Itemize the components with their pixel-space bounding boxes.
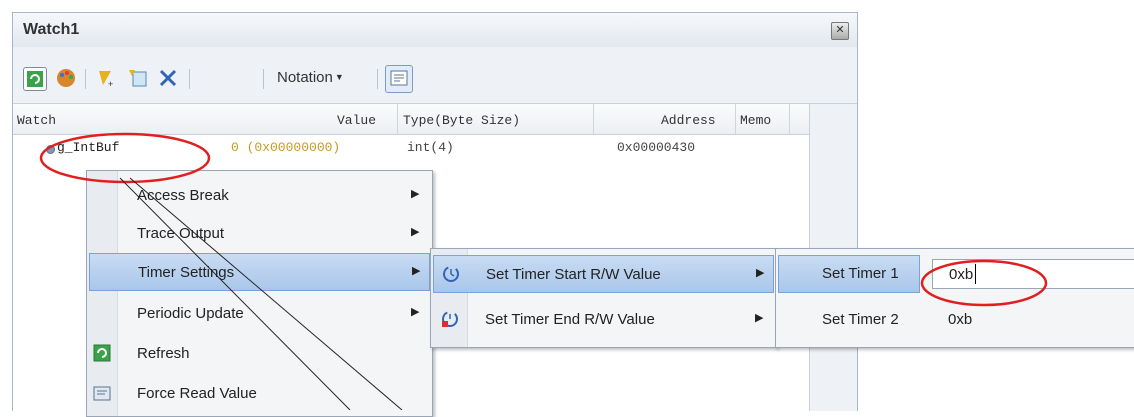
column-divider[interactable]: [397, 104, 398, 134]
cell-value[interactable]: 0 (0x00000000): [231, 140, 340, 155]
title-bar: Watch1 ✕: [13, 13, 857, 47]
timer-submenu: Set Timer Start R/W Value ▶ Set Timer En…: [430, 248, 777, 348]
header-memo[interactable]: Memo: [740, 113, 771, 128]
cell-type: int(4): [407, 140, 454, 155]
column-divider[interactable]: [789, 104, 790, 134]
timer-start-icon: [442, 265, 460, 283]
timer-1-value-input[interactable]: 0xb: [932, 259, 1134, 289]
submenu-arrow-icon: ▶: [411, 188, 420, 200]
timer-1-value: 0xb: [949, 266, 974, 283]
menu-item-set-timer-end[interactable]: Set Timer End R/W Value ▶: [431, 301, 776, 339]
toolbar-separator: [85, 69, 86, 89]
refresh-icon: [93, 344, 111, 362]
cell-address: 0x00000430: [617, 140, 696, 155]
header-value[interactable]: Value: [337, 113, 376, 128]
add-icon[interactable]: [127, 67, 149, 89]
context-menu: Access Break ▶ Trace Output ▶ Timer Sett…: [86, 170, 433, 417]
timer-2-value: 0xb: [948, 311, 973, 328]
menu-item-set-timer-1[interactable]: Set Timer 1 0xb: [776, 255, 1134, 293]
force-read-icon: [93, 384, 111, 402]
grid-header: Watch Value Type(Byte Size) Address Memo: [13, 104, 809, 135]
menu-item-label: Force Read Value: [137, 385, 257, 402]
cell-watch[interactable]: g_IntBuf: [57, 140, 119, 155]
header-type[interactable]: Type(Byte Size): [403, 113, 520, 128]
menu-item-periodic-update[interactable]: Periodic Update ▶: [87, 295, 432, 333]
refresh-icon[interactable]: [23, 67, 47, 91]
menu-item-label: Refresh: [137, 345, 190, 362]
delete-x-icon[interactable]: [157, 67, 179, 89]
menu-item-trace-output[interactable]: Trace Output ▶: [87, 215, 432, 253]
menu-item-label: Set Timer 1: [822, 265, 899, 282]
notation-label: Notation: [277, 69, 333, 86]
toolbar: + Notation ▼: [13, 47, 857, 104]
close-icon[interactable]: ✕: [831, 22, 849, 40]
timer-select-submenu: Set Timer 1 0xb Set Timer 2 0xb: [775, 248, 1134, 348]
menu-item-label: Set Timer End R/W Value: [485, 311, 655, 328]
text-cursor: [975, 264, 976, 284]
column-divider[interactable]: [593, 104, 594, 134]
submenu-arrow-icon: ▶: [755, 312, 764, 324]
menu-item-label: Set Timer Start R/W Value: [486, 266, 661, 283]
header-watch[interactable]: Watch: [17, 113, 56, 128]
menu-item-set-timer-2[interactable]: Set Timer 2 0xb: [776, 301, 1134, 339]
menu-item-refresh[interactable]: Refresh: [87, 335, 432, 373]
header-address[interactable]: Address: [661, 113, 716, 128]
svg-text:+: +: [108, 79, 113, 89]
menu-item-label: Trace Output: [137, 225, 224, 242]
menu-item-timer-settings[interactable]: Timer Settings ▶: [89, 253, 430, 291]
notation-icon[interactable]: [385, 65, 413, 93]
toolbar-separator: [189, 69, 190, 89]
add-watch-icon[interactable]: +: [95, 67, 117, 89]
menu-item-access-break[interactable]: Access Break ▶: [87, 177, 432, 215]
menu-item-force-read-value[interactable]: Force Read Value: [87, 375, 432, 413]
notation-dropdown[interactable]: Notation ▼: [277, 69, 344, 86]
menu-item-label: Periodic Update: [137, 305, 244, 322]
toolbar-separator: [377, 69, 378, 89]
menu-item-label: Access Break: [137, 187, 229, 204]
submenu-arrow-icon: ▶: [412, 265, 421, 277]
column-divider[interactable]: [735, 104, 736, 134]
submenu-arrow-icon: ▶: [411, 306, 420, 318]
menu-item-set-timer-start[interactable]: Set Timer Start R/W Value ▶: [433, 255, 774, 293]
variable-icon: [46, 145, 55, 154]
submenu-arrow-icon: ▶: [411, 226, 420, 238]
table-row[interactable]: g_IntBuf 0 (0x00000000) int(4) 0x0000043…: [13, 134, 809, 160]
timer-end-icon: [441, 310, 459, 328]
toolbar-separator: [263, 69, 264, 89]
submenu-arrow-icon: ▶: [756, 267, 765, 279]
palette-icon[interactable]: [55, 67, 77, 89]
chevron-down-icon: ▼: [334, 72, 344, 82]
window-title: Watch1: [23, 21, 80, 38]
menu-item-label: Set Timer 2: [822, 311, 899, 328]
menu-item-label: Timer Settings: [138, 264, 235, 281]
